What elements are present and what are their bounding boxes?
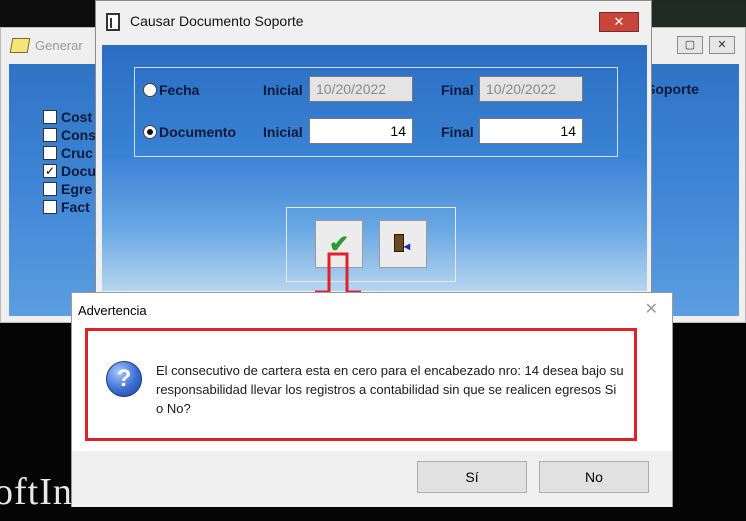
checkbox-label: Fact — [61, 199, 90, 215]
fecha-radio[interactable] — [143, 83, 157, 97]
checkbox-label: Cons — [61, 127, 96, 143]
no-button[interactable]: No — [539, 461, 649, 493]
fecha-option[interactable]: Fecha — [143, 82, 199, 98]
checkbox-label: Cost — [61, 109, 93, 125]
documento-radio[interactable] — [143, 125, 157, 139]
window-title: Causar Documento Soporte — [130, 13, 304, 29]
exit-door-icon: ◂ — [392, 233, 414, 255]
causar-documento-window: Causar Documento Soporte ✕ Fecha Inicial… — [95, 0, 652, 296]
checkbox-label: Cruc — [61, 145, 93, 161]
checkbox-checked[interactable]: ✓ — [43, 164, 57, 178]
window-body: Fecha Inicial 10/20/2022 Final 10/20/202… — [102, 45, 647, 291]
question-icon: ? — [106, 361, 142, 397]
checkbox[interactable] — [43, 146, 57, 160]
background-window-label: Soporte — [646, 81, 699, 97]
background-window-title-text: Generar — [35, 38, 83, 53]
checkbox-row[interactable]: Cost — [43, 108, 96, 126]
background-window-title: Generar — [9, 38, 83, 53]
checkbox[interactable] — [43, 200, 57, 214]
highlighted-message-box: ? El consecutivo de cartera esta en cero… — [85, 328, 637, 441]
checkbox-row[interactable]: Fact — [43, 198, 96, 216]
checkbox[interactable] — [43, 128, 57, 142]
fecha-inicial-input[interactable]: 10/20/2022 — [309, 76, 413, 102]
documento-final-input[interactable]: 14 — [479, 118, 583, 144]
close-button[interactable]: ✕ — [599, 12, 639, 32]
fecha-final-input[interactable]: 10/20/2022 — [479, 76, 583, 102]
checkbox[interactable] — [43, 182, 57, 196]
checkbox-row[interactable]: Cons — [43, 126, 96, 144]
fecha-inicial-label: Inicial — [263, 82, 303, 98]
documento-inicial-input[interactable]: 14 — [309, 118, 413, 144]
document-icon — [9, 38, 31, 53]
dialog-footer: Sí No — [72, 451, 672, 507]
checkbox-label: Egre — [61, 181, 93, 197]
app-icon — [106, 13, 120, 31]
documento-label: Documento — [159, 124, 236, 140]
checkbox-row[interactable]: Egre — [43, 180, 96, 198]
desktop-wallpaper-text: oftIn — [0, 471, 73, 513]
advertencia-dialog: Advertencia ✕ ? El consecutivo de carter… — [71, 292, 673, 507]
documento-option[interactable]: Documento — [143, 124, 236, 140]
yes-button[interactable]: Sí — [417, 461, 527, 493]
dialog-close-icon[interactable]: ✕ — [645, 299, 658, 319]
dialog-title: Advertencia — [78, 303, 147, 318]
checkbox-label: Docu — [61, 163, 96, 179]
fecha-label: Fecha — [159, 82, 200, 98]
close-button[interactable]: ✕ — [709, 36, 735, 54]
checkbox-row[interactable]: Cruc — [43, 144, 96, 162]
maximize-button[interactable]: ▢ — [677, 36, 703, 54]
dialog-message: El consecutivo de cartera esta en cero p… — [156, 363, 624, 416]
exit-button[interactable]: ◂ — [379, 220, 427, 268]
action-buttons-group: ✔ ◂ — [286, 207, 456, 282]
background-window-controls: ▢ ✕ — [677, 36, 735, 54]
window-titlebar: Causar Documento Soporte — [96, 1, 651, 45]
checkbox[interactable] — [43, 110, 57, 124]
fecha-final-label: Final — [441, 82, 474, 98]
checkbox-row[interactable]: ✓ Docu — [43, 162, 96, 180]
parameters-group: Fecha Inicial 10/20/2022 Final 10/20/202… — [134, 67, 618, 157]
documento-final-label: Final — [441, 124, 474, 140]
documento-inicial-label: Inicial — [263, 124, 303, 140]
checkbox-list: Cost Cons Cruc ✓ Docu Egre Fact — [43, 108, 96, 216]
